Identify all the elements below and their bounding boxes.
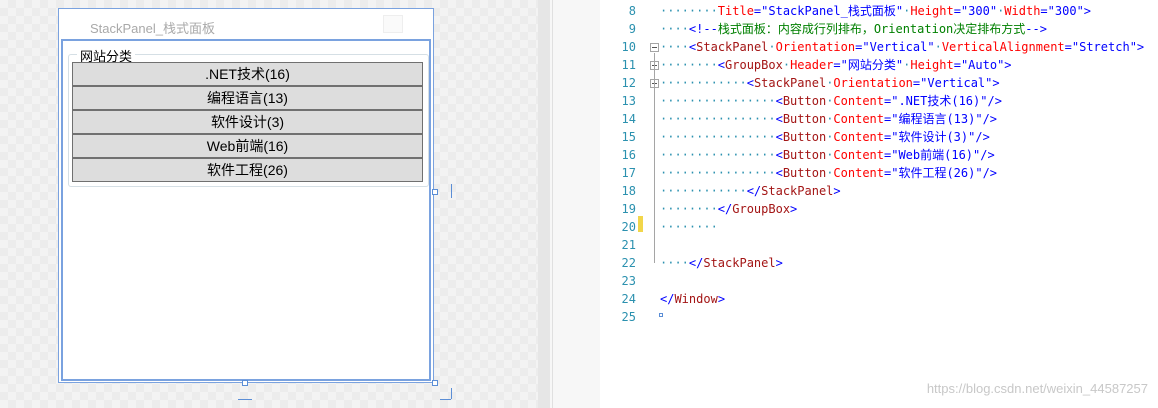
line-number: 12 <box>621 76 636 90</box>
code-text: ········<GroupBox·Header="网站分类"·Height="… <box>660 58 1012 72</box>
margin-tick-right <box>451 184 452 198</box>
button-software-engineering[interactable]: 软件工程(26) <box>72 158 423 182</box>
resize-handle-right[interactable] <box>432 189 438 195</box>
line-number: 16 <box>621 148 636 162</box>
xaml-designer-surface[interactable]: StackPanel_栈式面板 网站分类 .NET技术(16) 编程语言(13)… <box>0 0 538 408</box>
code-line[interactable]: 24 </Window> <box>600 290 1158 308</box>
code-text: ················<Button·Content="编程语言(13… <box>660 112 998 126</box>
line-number: 19 <box>621 202 636 216</box>
margin-tick-corner-h <box>440 399 451 400</box>
code-line[interactable]: 13 ················<Button·Content=".NET技… <box>600 92 1158 110</box>
line-number: 20 <box>621 220 636 234</box>
button-software-design[interactable]: 软件设计(3) <box>72 110 423 134</box>
code-line[interactable]: 11 ········<GroupBox·Header="网站分类"·Height… <box>600 56 1158 74</box>
fold-toggle-icon[interactable] <box>650 43 659 52</box>
code-text: </Window> <box>660 292 726 306</box>
resize-handle-bottom[interactable] <box>242 380 248 386</box>
line-number: 17 <box>621 166 636 180</box>
margin-tick-corner-v <box>451 388 452 399</box>
code-line[interactable]: 23 <box>600 272 1158 290</box>
code-text: ············</StackPanel> <box>660 184 841 198</box>
code-line[interactable]: 17 ················<Button·Content="软件工程(… <box>600 164 1158 182</box>
code-line[interactable]: 15 ················<Button·Content="软件设计(… <box>600 128 1158 146</box>
code-text: ····<!--栈式面板：内容成行列排布，Orientation决定排布方式--… <box>660 22 1047 36</box>
button-stack: .NET技术(16) 编程语言(13) 软件设计(3) Web前端(16) 软件… <box>72 62 423 182</box>
code-line[interactable]: 20 ········ <box>600 218 1158 236</box>
code-text: ········</GroupBox> <box>660 202 798 216</box>
code-line[interactable]: 25 <box>600 308 1158 326</box>
line-number: 11 <box>621 58 636 72</box>
code-text: ········Title="StackPanel_栈式面板"·Height="… <box>660 4 1092 18</box>
window-title-bar: StackPanel_栈式面板 <box>59 9 433 41</box>
stackpanel-selection[interactable]: 网站分类 .NET技术(16) 编程语言(13) 软件设计(3) Web前端(1… <box>61 39 431 381</box>
pane-splitter[interactable] <box>550 0 600 408</box>
code-line[interactable]: 10 ····<StackPanel·Orientation="Vertical"… <box>600 38 1158 56</box>
line-number: 25 <box>621 310 636 324</box>
code-line[interactable]: 22 ····</StackPanel> <box>600 254 1158 272</box>
button-web-frontend[interactable]: Web前端(16) <box>72 134 423 158</box>
line-number: 14 <box>621 112 636 126</box>
window-title: StackPanel_栈式面板 <box>90 21 215 36</box>
code-line[interactable]: 12 ············<StackPanel·Orientation="V… <box>600 74 1158 92</box>
line-number: 15 <box>621 130 636 144</box>
code-line[interactable]: 14 ················<Button·Content="编程语言(… <box>600 110 1158 128</box>
code-text: ················<Button·Content=".NET技术(… <box>660 94 1002 108</box>
button-programming[interactable]: 编程语言(13) <box>72 86 423 110</box>
fold-guide <box>654 89 655 191</box>
designer-scrollbar[interactable] <box>538 0 550 408</box>
line-number: 24 <box>621 292 636 306</box>
line-number: 13 <box>621 94 636 108</box>
code-text: ················<Button·Content="软件工程(26… <box>660 166 998 180</box>
code-line[interactable]: 18 ············</StackPanel> <box>600 182 1158 200</box>
button-net[interactable]: .NET技术(16) <box>72 62 423 86</box>
code-text: ················<Button·Content="Web前端(1… <box>660 148 995 162</box>
line-number: 18 <box>621 184 636 198</box>
code-text: ····<StackPanel·Orientation="Vertical"·V… <box>660 40 1145 54</box>
window-control-placeholder <box>383 15 403 33</box>
line-number: 10 <box>621 40 636 54</box>
code-line[interactable]: 8 ········Title="StackPanel_栈式面板"·Height=… <box>600 2 1158 20</box>
code-line[interactable]: 21 <box>600 236 1158 254</box>
xaml-code-editor[interactable]: https://blog.csdn.net/weixin_44587257 8 ·… <box>600 0 1158 408</box>
code-text: ········ <box>660 220 718 234</box>
line-number: 9 <box>628 22 636 36</box>
code-line[interactable]: 16 ················<Button·Content="Web前端… <box>600 146 1158 164</box>
groupbox[interactable]: 网站分类 .NET技术(16) 编程语言(13) 软件设计(3) Web前端(1… <box>68 46 429 187</box>
line-number: 21 <box>621 238 636 252</box>
code-line[interactable]: 19 ········</GroupBox> <box>600 200 1158 218</box>
watermark: https://blog.csdn.net/weixin_44587257 <box>926 381 1148 396</box>
resize-handle-corner[interactable] <box>432 380 438 386</box>
code-line[interactable]: 9 ····<!--栈式面板：内容成行列排布，Orientation决定排布方式-… <box>600 20 1158 38</box>
line-number: 8 <box>628 4 636 18</box>
margin-tick-bottom <box>238 399 252 400</box>
code-text: ············<StackPanel·Orientation="Ver… <box>660 76 1000 90</box>
code-text: ················<Button·Content="软件设计(3)… <box>660 130 990 144</box>
designer-window[interactable]: StackPanel_栈式面板 网站分类 .NET技术(16) 编程语言(13)… <box>58 8 434 383</box>
code-text: ····</StackPanel> <box>660 256 783 270</box>
line-number: 23 <box>621 274 636 288</box>
line-number: 22 <box>621 256 636 270</box>
